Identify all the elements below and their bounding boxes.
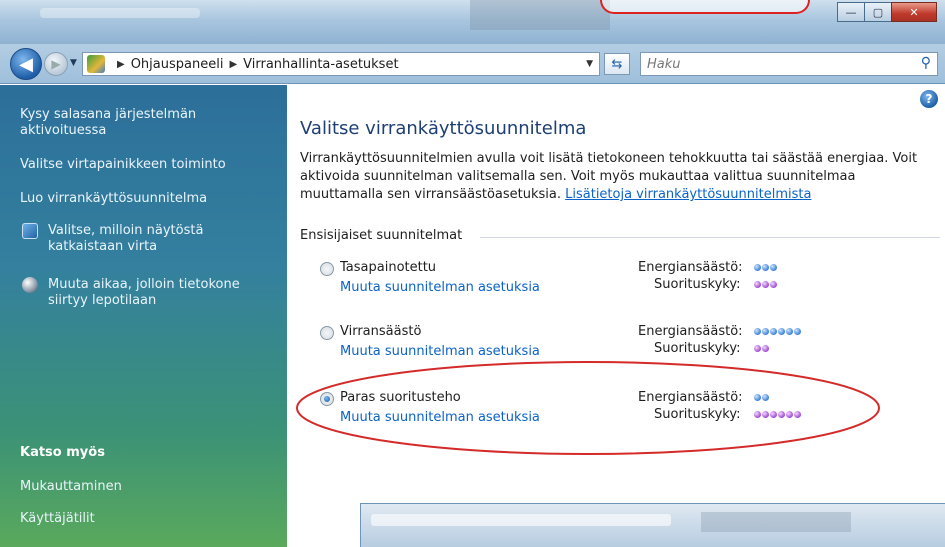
performance-dot (786, 411, 793, 418)
search-input[interactable]: Haku ⚲ (640, 52, 938, 76)
change-plan-settings-link[interactable]: Muuta suunnitelman asetuksia (340, 410, 540, 425)
plan-radio-high-performance[interactable] (320, 392, 334, 406)
plan-power-saver: Virransäästö Muuta suunnitelman asetuksi… (320, 324, 920, 364)
energy-saving-label: Energiansäästö: (638, 324, 743, 339)
performance-dots (754, 345, 769, 352)
energy-saving-dots (754, 328, 801, 335)
search-icon[interactable]: ⚲ (921, 55, 931, 71)
group-divider (480, 237, 940, 238)
control-panel-icon (87, 55, 105, 73)
chevron-right-icon[interactable]: ▶ (229, 59, 237, 70)
performance-dot (754, 411, 761, 418)
display-icon (22, 223, 38, 239)
task-pane: Kysy salasana järjestelmän aktivoituessa… (0, 85, 287, 547)
sidebar-item-personalization[interactable]: Mukauttaminen (20, 479, 122, 495)
plan-radio-power-saver[interactable] (320, 326, 334, 340)
energy-dot (794, 328, 801, 335)
performance-label: Suorituskyky: (654, 407, 741, 422)
energy-dot (754, 264, 761, 271)
plan-high-performance: Paras suoritusteho Muuta suunnitelman as… (320, 390, 920, 430)
breadcrumb-control-panel[interactable]: Ohjauspaneeli (131, 57, 224, 72)
performance-dot (762, 345, 769, 352)
title-bar-blur (40, 8, 200, 18)
navigation-bar: ◀ ▶ ▼ ▶ Ohjauspaneeli ▶ Virranhallinta-a… (0, 44, 945, 84)
back-arrow-icon[interactable]: ◀ (10, 48, 42, 80)
breadcrumb-power-options[interactable]: Virranhallinta-asetukset (243, 57, 398, 72)
performance-label: Suorituskyky: (654, 341, 741, 356)
page-title: Valitse virrankäyttösuunnitelma (300, 118, 587, 139)
plan-name[interactable]: Virransäästö (340, 324, 421, 339)
sidebar-item-user-accounts[interactable]: Käyttäjätilit (20, 511, 95, 527)
window-controls: — ▢ ✕ (837, 2, 937, 22)
plan-name[interactable]: Paras suoritusteho (340, 390, 461, 405)
plan-name[interactable]: Tasapainotettu (340, 260, 436, 275)
change-plan-settings-link[interactable]: Muuta suunnitelman asetuksia (340, 280, 540, 295)
refresh-icon[interactable]: ⇆ (604, 53, 630, 75)
performance-dots (754, 281, 777, 288)
see-also-heading: Katso myös (20, 445, 105, 460)
background-window-title-blur (371, 514, 671, 526)
background-window-blur (470, 0, 610, 30)
energy-saving-label: Energiansäästö: (638, 390, 743, 405)
performance-dot (770, 411, 777, 418)
page-description: Virrankäyttösuunnitelmien avulla voit li… (300, 150, 940, 204)
performance-label: Suorituskyky: (654, 277, 741, 292)
address-dropdown-icon[interactable]: ▼ (586, 59, 593, 69)
energy-saving-label: Energiansäästö: (638, 260, 743, 275)
sidebar-item-power-button[interactable]: Valitse virtapainikkeen toiminto (20, 157, 226, 173)
performance-dot (770, 281, 777, 288)
help-icon[interactable]: ? (920, 90, 938, 108)
minimize-button[interactable]: — (837, 2, 865, 22)
sleep-moon-icon (22, 277, 38, 293)
energy-dot (762, 328, 769, 335)
search-placeholder: Haku (647, 56, 681, 72)
energy-saving-dots (754, 394, 769, 401)
energy-dot (770, 264, 777, 271)
energy-dot (762, 394, 769, 401)
sidebar-item-display-off[interactable]: Valitse, milloin näytöstä katkaistaan vi… (48, 223, 248, 255)
background-window-fragment (360, 503, 945, 547)
performance-dots (754, 411, 801, 418)
energy-saving-dots (754, 264, 777, 271)
forward-arrow-icon[interactable]: ▶ (44, 52, 68, 76)
performance-dot (794, 411, 801, 418)
sidebar-item-require-password[interactable]: Kysy salasana järjestelmän aktivoituessa (20, 107, 250, 139)
performance-dot (778, 411, 785, 418)
title-bar: — ▢ ✕ (0, 0, 945, 44)
address-bar[interactable]: ▶ Ohjauspaneeli ▶ Virranhallinta-asetuks… (82, 52, 600, 76)
energy-dot (762, 264, 769, 271)
chevron-right-icon[interactable]: ▶ (117, 59, 125, 70)
sidebar-item-create-plan[interactable]: Luo virrankäyttösuunnitelma (20, 191, 207, 207)
performance-dot (754, 345, 761, 352)
plan-radio-balanced[interactable] (320, 262, 334, 276)
close-button[interactable]: ✕ (891, 2, 937, 22)
energy-dot (754, 328, 761, 335)
history-dropdown-icon[interactable]: ▼ (70, 58, 77, 68)
preferred-plans-heading: Ensisijaiset suunnitelmat (300, 228, 463, 243)
background-annotation-fragment (600, 0, 810, 14)
performance-dot (754, 281, 761, 288)
change-plan-settings-link[interactable]: Muuta suunnitelman asetuksia (340, 344, 540, 359)
plan-balanced: Tasapainotettu Muuta suunnitelman asetuk… (320, 260, 920, 300)
maximize-button[interactable]: ▢ (864, 2, 892, 22)
energy-dot (770, 328, 777, 335)
learn-more-link[interactable]: Lisätietoja virrankäyttösuunnitelmista (565, 187, 811, 202)
energy-dot (778, 328, 785, 335)
energy-dot (786, 328, 793, 335)
performance-dot (762, 411, 769, 418)
background-window-toolbar-blur (701, 512, 851, 532)
energy-dot (754, 394, 761, 401)
performance-dot (762, 281, 769, 288)
sidebar-item-sleep-time[interactable]: Muuta aikaa, jolloin tietokone siirtyy l… (48, 277, 263, 309)
